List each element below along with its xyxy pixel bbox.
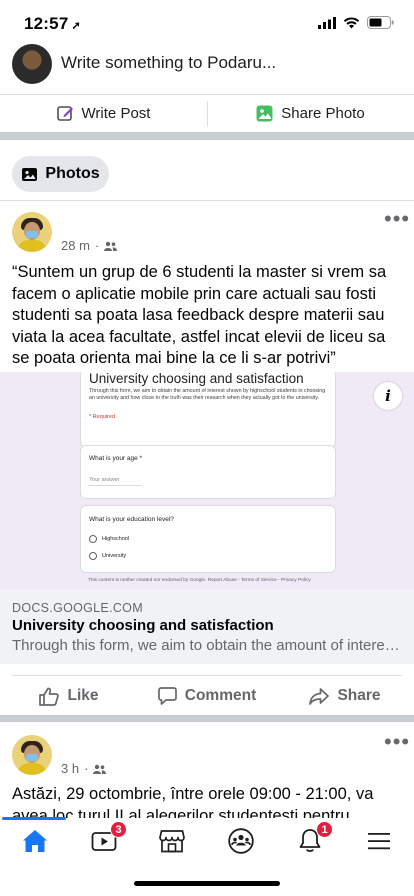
composer-actions: Write Post Share Photo <box>0 95 414 131</box>
form-required-note: * Required <box>89 414 115 420</box>
more-options-icon[interactable]: ••• <box>384 208 410 230</box>
post-composer[interactable]: Write something to Podaru... <box>0 40 414 94</box>
post-text: “Suntem un grup de 6 studenti la master … <box>12 263 387 367</box>
radio-option: Highschool <box>89 535 129 543</box>
tab-marketplace[interactable] <box>155 826 189 856</box>
link-description: Through this form, we aim to obtain the … <box>12 637 404 654</box>
post-time[interactable]: 3 h <box>61 761 79 776</box>
tab-home[interactable] <box>18 826 52 856</box>
link-preview-card[interactable]: University choosing and satisfaction Thr… <box>0 372 414 664</box>
radio-option-label: University <box>102 553 127 559</box>
pencil-square-icon <box>56 105 73 121</box>
form-title: University choosing and satisfaction <box>89 372 304 386</box>
avatar[interactable] <box>12 735 52 775</box>
section-separator <box>0 132 414 140</box>
meta-dot: · <box>94 238 100 253</box>
link-title: University choosing and satisfaction <box>12 617 274 634</box>
form-description: Through this form, we aim to obtain the … <box>89 388 326 401</box>
comment-label: Comment <box>184 687 257 704</box>
share-photo-label: Share Photo <box>281 104 365 122</box>
avatar <box>12 44 52 84</box>
notification-badge: 3 <box>110 821 127 838</box>
composer-placeholder[interactable]: Write something to Podaru... <box>61 53 276 73</box>
share-arrow-icon <box>309 687 330 705</box>
home-icon <box>23 830 47 852</box>
form-question-card: What is your education level? Highschool… <box>80 505 336 573</box>
photo-icon <box>22 167 38 181</box>
photos-button[interactable]: Photos <box>12 156 109 192</box>
post-meta: 28 m · <box>61 238 118 253</box>
status-icons <box>318 16 394 29</box>
link-domain: DOCS.GOOGLE.COM <box>12 601 143 615</box>
radio-option-label: Highschool <box>102 536 130 542</box>
post-meta: 3 h · <box>61 761 107 776</box>
home-indicator[interactable] <box>134 881 280 886</box>
write-post-label: Write Post <box>81 104 151 122</box>
location-arrow-icon: ➚ <box>71 20 81 32</box>
like-button[interactable]: Like <box>0 676 138 716</box>
share-label: Share <box>337 687 381 704</box>
form-question: What is your age * <box>89 455 143 462</box>
wifi-icon <box>343 16 360 28</box>
divider <box>207 101 208 127</box>
form-footer: This content is neither created nor endo… <box>88 578 311 583</box>
tab-menu[interactable] <box>362 826 396 856</box>
photos-label: Photos <box>45 165 100 182</box>
tab-groups[interactable] <box>224 826 258 856</box>
radio-circle-icon <box>89 535 97 543</box>
like-label: Like <box>67 687 99 704</box>
radio-circle-icon <box>89 552 97 560</box>
tab-watch[interactable]: 3 <box>87 821 127 856</box>
tab-notifications[interactable]: 1 <box>293 821 333 856</box>
link-preview-image: University choosing and satisfaction Thr… <box>0 372 414 589</box>
avatar[interactable] <box>12 212 52 252</box>
info-icon[interactable]: i <box>374 382 402 410</box>
battery-icon <box>367 16 394 29</box>
photo-icon <box>256 105 273 121</box>
section-separator <box>0 715 414 722</box>
post-time[interactable]: 28 m <box>61 238 90 253</box>
comment-button[interactable]: Comment <box>138 676 276 716</box>
hamburger-menu-icon <box>368 833 390 850</box>
active-tab-indicator <box>2 817 66 820</box>
status-time: 12:57 ➚ <box>24 14 81 34</box>
write-post-button[interactable]: Write Post <box>0 95 207 131</box>
divider <box>0 200 414 201</box>
cellular-signal-icon <box>318 16 336 29</box>
form-question: What is your education level? <box>89 516 174 523</box>
friends-audience-icon <box>104 241 118 251</box>
share-photo-button[interactable]: Share Photo <box>207 95 414 131</box>
reaction-bar: Like Comment Share <box>0 676 414 716</box>
radio-option: University <box>89 552 126 560</box>
form-header-card: University choosing and satisfaction Thr… <box>80 372 336 448</box>
groups-icon <box>228 828 254 854</box>
marketplace-store-icon <box>159 830 185 853</box>
clock-text: 12:57 <box>24 14 69 33</box>
more-options-icon[interactable]: ••• <box>384 731 410 753</box>
form-answer-placeholder: Your answer <box>89 477 141 486</box>
share-button[interactable]: Share <box>276 676 414 716</box>
notification-badge: 1 <box>316 821 333 838</box>
thumbs-up-icon <box>39 687 60 706</box>
form-question-card: What is your age * Your answer <box>80 445 336 499</box>
friends-audience-icon <box>93 764 107 774</box>
meta-dot: · <box>84 761 89 776</box>
comment-bubble-icon <box>157 687 177 705</box>
